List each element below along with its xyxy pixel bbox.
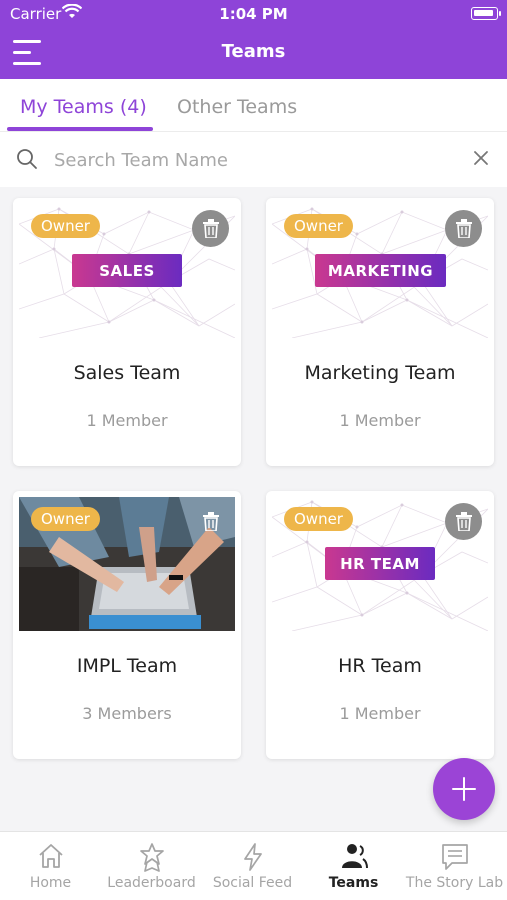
team-name: HR Team <box>338 655 422 677</box>
bottom-nav: Home Leaderboard Social Feed Teams The S… <box>0 831 507 900</box>
team-card-hr[interactable]: Owner HR TEAM HR Team 1 Member <box>266 491 494 759</box>
nav-leaderboard[interactable]: Leaderboard <box>101 832 202 900</box>
nav-story-lab[interactable]: The Story Lab <box>404 832 507 900</box>
member-count: 1 Member <box>86 411 168 430</box>
trash-icon <box>202 219 219 238</box>
owner-badge: Owner <box>31 507 100 531</box>
chat-icon <box>441 844 468 870</box>
trash-icon <box>455 219 472 238</box>
nav-label: Home <box>29 875 72 891</box>
team-label-badge: MARKETING <box>315 254 446 287</box>
delete-button[interactable] <box>192 210 229 247</box>
team-label-badge: SALES <box>72 254 182 287</box>
nav-label: Leaderboard <box>107 875 196 891</box>
page-title: Teams <box>221 41 286 62</box>
app-header: Carrier 1:04 PM Teams <box>0 0 507 79</box>
nav-label: Social Feed <box>212 875 293 891</box>
team-card-sales[interactable]: Owner SALES Sales Team 1 Member <box>13 198 241 466</box>
trash-icon <box>455 512 472 531</box>
trash-icon <box>202 512 219 531</box>
owner-badge: Owner <box>284 214 353 238</box>
nav-teams[interactable]: Teams <box>303 832 404 900</box>
tab-bar: My Teams (4) Other Teams <box>0 79 507 131</box>
battery-icon <box>471 7 501 20</box>
search-input[interactable] <box>54 145 454 175</box>
member-count: 1 Member <box>339 704 421 723</box>
team-label-badge: HR TEAM <box>325 547 435 580</box>
nav-label: Teams <box>328 875 379 891</box>
member-count: 1 Member <box>339 411 421 430</box>
owner-badge: Owner <box>31 214 100 238</box>
plus-icon <box>452 777 476 801</box>
tab-other-teams[interactable]: Other Teams <box>177 96 297 118</box>
nav-label: The Story Lab <box>405 875 504 891</box>
home-icon <box>38 844 63 868</box>
team-card-impl[interactable]: Owner IMPL Team 3 Members <box>13 491 241 759</box>
team-name: Sales Team <box>73 362 181 384</box>
member-count: 3 Members <box>82 704 172 723</box>
search-bar <box>0 131 507 187</box>
close-icon[interactable] <box>473 150 489 166</box>
team-card-marketing[interactable]: Owner MARKETING Marketing Team 1 Member <box>266 198 494 466</box>
lightning-icon <box>243 843 262 871</box>
team-name: IMPL Team <box>76 655 178 677</box>
delete-button[interactable] <box>445 210 482 247</box>
hamburger-line <box>13 62 41 65</box>
award-icon <box>139 843 164 872</box>
search-icon <box>17 149 37 169</box>
status-bar: Carrier 1:04 PM <box>0 0 507 28</box>
nav-social-feed[interactable]: Social Feed <box>202 832 303 900</box>
team-name: Marketing Team <box>304 362 456 384</box>
tab-my-teams[interactable]: My Teams (4) <box>20 96 147 118</box>
owner-badge: Owner <box>284 507 353 531</box>
clock: 1:04 PM <box>219 5 288 23</box>
nav-home[interactable]: Home <box>0 832 101 900</box>
delete-button[interactable] <box>192 503 229 540</box>
delete-button[interactable] <box>445 503 482 540</box>
team-icon <box>341 844 368 869</box>
add-team-button[interactable] <box>433 758 495 820</box>
